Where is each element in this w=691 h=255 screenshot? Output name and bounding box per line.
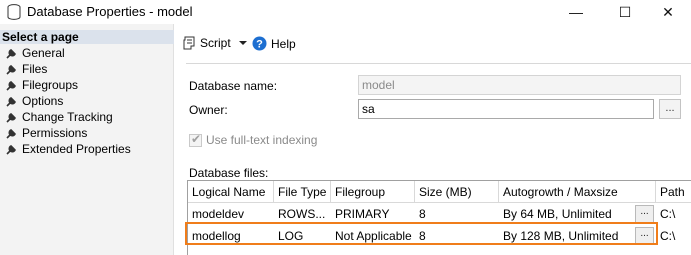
grid-header: Logical Name File Type Filegroup Size (M… [188, 181, 691, 203]
toolbar-separator [186, 63, 691, 64]
database-name-field: model [358, 75, 681, 95]
sidebar-item-label: Extended Properties [22, 142, 131, 156]
cell-path[interactable]: C:\ [656, 203, 691, 225]
script-icon [183, 36, 195, 50]
page-selector-pane: Select a page General Files Filegroups O… [0, 24, 174, 255]
wrench-icon [6, 129, 16, 139]
fulltext-checkbox[interactable]: ✔ [189, 132, 202, 147]
sidebar-item-filegroups[interactable]: Filegroups [6, 77, 78, 93]
owner-browse-button[interactable]: ... [659, 99, 681, 119]
toolbar: Script ? Help [174, 24, 691, 64]
minimize-button[interactable]: — [553, 0, 599, 24]
database-name-label: Database name: [189, 79, 278, 93]
svg-text:?: ? [256, 39, 263, 51]
autogrowth-edit-button[interactable]: ... [635, 205, 654, 223]
sidebar-item-change-tracking[interactable]: Change Tracking [6, 109, 113, 125]
title-bar: Database Properties - model — ☐ ✕ [0, 0, 691, 24]
database-files-label: Database files: [189, 166, 269, 180]
cell-path[interactable]: C:\ [656, 225, 691, 247]
check-icon: ✔ [191, 132, 202, 146]
fulltext-label: Use full-text indexing [206, 133, 318, 147]
window-title: Database Properties - model [27, 4, 193, 19]
close-button[interactable]: ✕ [645, 0, 691, 24]
sidebar-item-label: Change Tracking [22, 110, 113, 124]
owner-field[interactable]: sa [358, 99, 654, 119]
sidebar-item-label: Options [22, 94, 64, 108]
help-button[interactable]: ? Help [252, 36, 296, 51]
help-label: Help [271, 36, 296, 51]
wrench-icon [6, 97, 16, 107]
highlight-box [185, 222, 658, 245]
sidebar-item-general[interactable]: General [6, 45, 65, 61]
column-header-autogrowth[interactable]: Autogrowth / Maxsize [499, 181, 656, 203]
sidebar-item-label: Files [22, 62, 48, 76]
column-header-path[interactable]: Path [656, 181, 691, 203]
script-button[interactable]: Script [182, 36, 248, 50]
database-icon [7, 4, 21, 20]
wrench-icon [6, 65, 16, 75]
column-header-logical-name[interactable]: Logical Name [188, 181, 274, 203]
help-icon: ? [252, 36, 267, 51]
sidebar-item-extended-properties[interactable]: Extended Properties [6, 141, 131, 157]
wrench-icon [6, 81, 16, 91]
owner-label: Owner: [189, 103, 228, 117]
sidebar-item-label: General [22, 46, 65, 60]
wrench-icon [6, 49, 16, 59]
sidebar-item-label: Filegroups [22, 78, 79, 92]
sidebar-item-label: Permissions [22, 126, 88, 140]
sidebar-item-permissions[interactable]: Permissions [6, 125, 87, 141]
column-header-size[interactable]: Size (MB) [415, 181, 499, 203]
chevron-down-icon[interactable] [238, 39, 248, 47]
maximize-button[interactable]: ☐ [602, 0, 648, 24]
select-page-header: Select a page [0, 30, 174, 44]
sidebar-item-files[interactable]: Files [6, 61, 47, 77]
column-header-filegroup[interactable]: Filegroup [331, 181, 415, 203]
sidebar-item-options[interactable]: Options [6, 93, 63, 109]
wrench-icon [6, 145, 16, 155]
script-label: Script [200, 36, 231, 50]
wrench-icon [6, 113, 16, 123]
column-header-file-type[interactable]: File Type [274, 181, 331, 203]
